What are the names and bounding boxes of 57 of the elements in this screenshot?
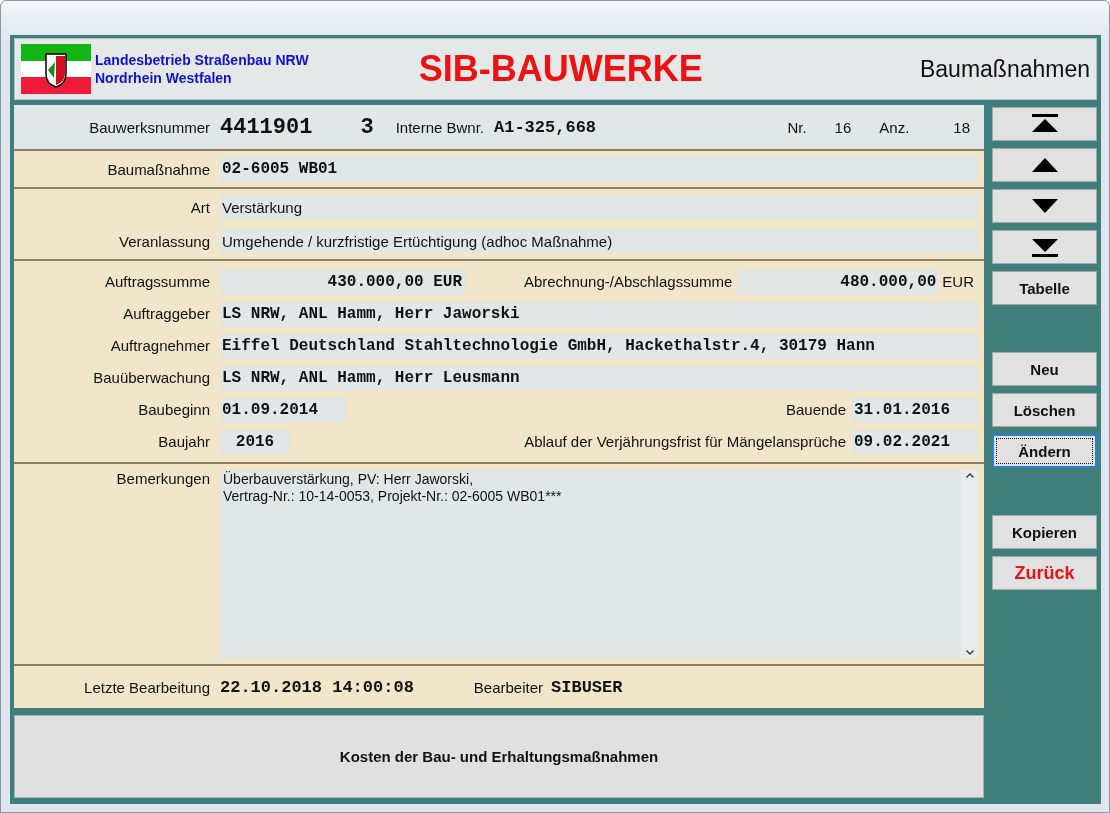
structure-number: 4411901 [220,114,313,140]
field-label: Letzte Bearbeitung [83,678,211,696]
internal-number: A1-325,668 [494,117,597,137]
action-button[interactable]: Kopieren [992,515,1097,549]
last-edit-time: 22.10.2018 14:00:08 [220,677,414,697]
nrw-flag-logo [21,44,91,94]
date-field: 01.09.2014 [220,397,346,422]
record-count: 18 [953,118,970,136]
last-record-button[interactable] [992,230,1097,264]
action-button[interactable]: Tabelle [992,271,1097,305]
date-field: 31.01.2016 [852,397,978,422]
measure-field: 02-6005 WB01 [220,157,978,181]
date-field: 09.02.2021 [852,429,978,454]
field-label: Abrechnung-/Abschlagssumme [523,273,733,290]
scroll-down-icon [965,650,974,655]
app-title: SIB-BAUWERKE [418,48,703,90]
field-label: Baumaßnahme [106,160,211,178]
organization-name: Landesbetrieb Straßenbau NRW [95,52,309,68]
field-label: Veranlassung [118,232,211,250]
action-button[interactable]: Löschen [992,393,1097,427]
up-triangle-icon [1031,158,1058,172]
amount-field: 480.000,00 [738,269,939,294]
remarks-field[interactable]: Überbauverstärkung, PV: Herr Jaworski, Vertrag-Nr.: 10-14-0053, Projekt-Nr.: 02-6005 WB01*** [220,470,961,658]
field-label: Nr. [787,118,807,136]
last-record-icon [1031,237,1058,257]
year-field: 2016 [220,429,290,454]
costs-button[interactable]: Kosten der Bau- und Erhaltungsmaßnahmen [14,715,984,798]
field-label: Anz. [879,118,910,136]
field-label: Bauwerksnummer [88,118,211,136]
field-label: Art [189,198,211,216]
field-label: Bauende [785,401,846,418]
field-label: Interne Bwnr. [395,118,484,136]
currency-label: EUR [942,273,974,290]
amount-field: 430.000,00 EUR [220,269,466,294]
field-label: Baubeginn [137,401,211,418]
scroll-up-icon [965,473,974,478]
record-number: 16 [834,118,852,136]
field-label: Ablauf der Verjährungsfrist für Mängelansprüche [524,433,846,450]
next-record-button[interactable] [992,189,1097,223]
down-triangle-icon [1031,199,1058,213]
first-record-icon [1031,114,1058,134]
field-label: Bauüberwachung [92,369,211,386]
sub-number: 3 [360,114,374,140]
field-label: Bearbeiter [473,678,544,696]
field-label: Auftragnehmer [109,337,211,354]
editor-name: SIBUSER [551,677,623,697]
section-title: Baumaßnahmen [919,55,1090,83]
field-label: Auftraggeber [122,305,211,322]
previous-record-button[interactable] [992,148,1097,182]
field-label: Bemerkungen [115,469,211,489]
organization-name: Nordrhein Westfalen [95,70,233,86]
field-label: Auftragssumme [103,273,211,290]
first-record-button[interactable] [992,107,1097,141]
action-button[interactable]: Ändern [992,434,1097,468]
scrollbar[interactable] [961,470,978,658]
field-label: Baujahr [157,433,211,450]
action-button[interactable]: Neu [992,352,1097,386]
